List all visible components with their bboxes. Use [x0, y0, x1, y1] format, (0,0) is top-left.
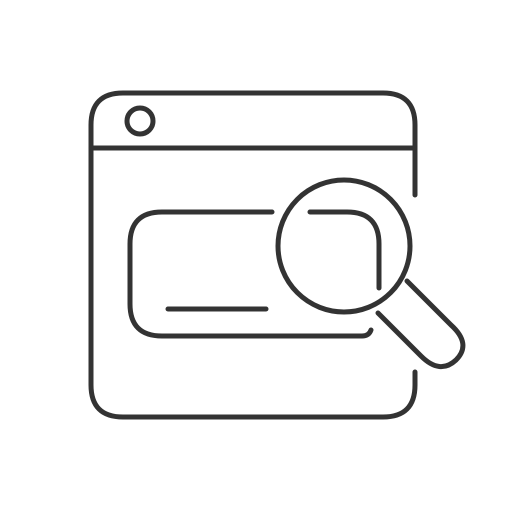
- browser-window-frame: [88, 90, 418, 420]
- icon-canvas: [0, 0, 512, 512]
- magnifying-glass-lens: [275, 177, 413, 315]
- browser-window-dot-icon: [124, 105, 156, 137]
- browser-search-icon: [88, 90, 466, 420]
- search-bar-box-inner: [307, 209, 382, 291]
- search-bar-box: [127, 209, 374, 339]
